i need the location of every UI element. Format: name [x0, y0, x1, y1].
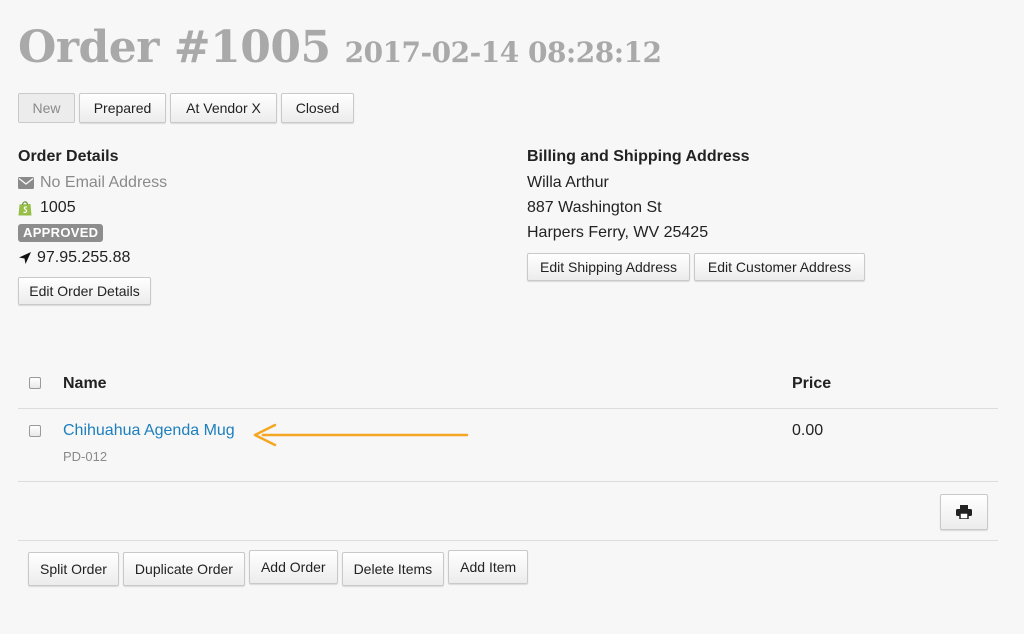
- order-actions: Split Order Duplicate Order Add Order De…: [28, 550, 529, 586]
- price-column-header: Price: [792, 375, 832, 392]
- order-number-text: 1005: [40, 199, 76, 216]
- duplicate-order-button[interactable]: Duplicate Order: [122, 552, 245, 586]
- email-line: No Email Address: [18, 170, 478, 195]
- location-arrow-icon: [19, 251, 31, 264]
- status-new-button[interactable]: New: [18, 93, 75, 123]
- status-badge: APPROVED: [18, 223, 104, 242]
- table-header: Name Price: [18, 360, 998, 409]
- order-number-title: Order #1005: [18, 22, 331, 73]
- order-details-panel: Order Details No Email Address 1005 APPR…: [18, 146, 478, 305]
- status-button-group: New Prepared At Vendor X Closed: [18, 93, 354, 123]
- edit-customer-address-button[interactable]: Edit Customer Address: [694, 253, 865, 281]
- edit-shipping-address-button[interactable]: Edit Shipping Address: [527, 253, 690, 281]
- customer-name: Willa Arthur: [527, 174, 609, 191]
- print-row: [18, 482, 998, 541]
- address-button-group: Edit Shipping Address Edit Customer Addr…: [527, 253, 947, 281]
- name-column-header: Name: [63, 375, 107, 392]
- item-price: 0.00: [792, 422, 824, 439]
- status-at-vendor-button[interactable]: At Vendor X: [170, 93, 277, 123]
- item-name-link[interactable]: Chihuahua Agenda Mug: [63, 422, 235, 440]
- order-details-heading: Order Details: [18, 148, 119, 165]
- printer-icon: [956, 505, 972, 519]
- ip-line: 97.95.255.88: [18, 245, 478, 270]
- print-button[interactable]: [940, 494, 988, 530]
- annotation-arrow: [253, 423, 469, 447]
- table-row: Chihuahua Agenda Mug PD-012 0.00: [18, 409, 998, 482]
- status-badge-line: APPROVED: [18, 220, 478, 245]
- item-sku: PD-012: [63, 449, 108, 464]
- add-order-button[interactable]: Add Order: [248, 550, 338, 584]
- select-all-checkbox[interactable]: [29, 377, 41, 389]
- status-prepared-button[interactable]: Prepared: [79, 93, 166, 123]
- address-panel: Billing and Shipping Address Willa Arthu…: [527, 146, 947, 281]
- street-address: 887 Washington St: [527, 199, 662, 216]
- ip-address-text: 97.95.255.88: [37, 249, 131, 266]
- order-items-table: Name Price Chihuahua Agenda Mug PD-012 0…: [18, 360, 998, 541]
- order-number-line: 1005: [18, 195, 478, 220]
- split-order-button[interactable]: Split Order: [28, 552, 119, 586]
- order-date: 2017-02-14 08:28:12: [344, 36, 662, 69]
- status-closed-button[interactable]: Closed: [281, 93, 354, 123]
- edit-order-details-button[interactable]: Edit Order Details: [18, 277, 151, 305]
- page-title: Order #1005 2017-02-14 08:28:12: [18, 22, 662, 79]
- add-item-button[interactable]: Add Item: [448, 550, 529, 584]
- delete-items-button[interactable]: Delete Items: [341, 552, 445, 586]
- city-state-zip: Harpers Ferry, WV 25425: [527, 224, 709, 241]
- envelope-icon: [18, 176, 34, 189]
- address-heading: Billing and Shipping Address: [527, 148, 750, 165]
- email-text: No Email Address: [40, 174, 168, 191]
- row-checkbox[interactable]: [29, 425, 41, 437]
- shopify-bag-icon: [18, 200, 32, 215]
